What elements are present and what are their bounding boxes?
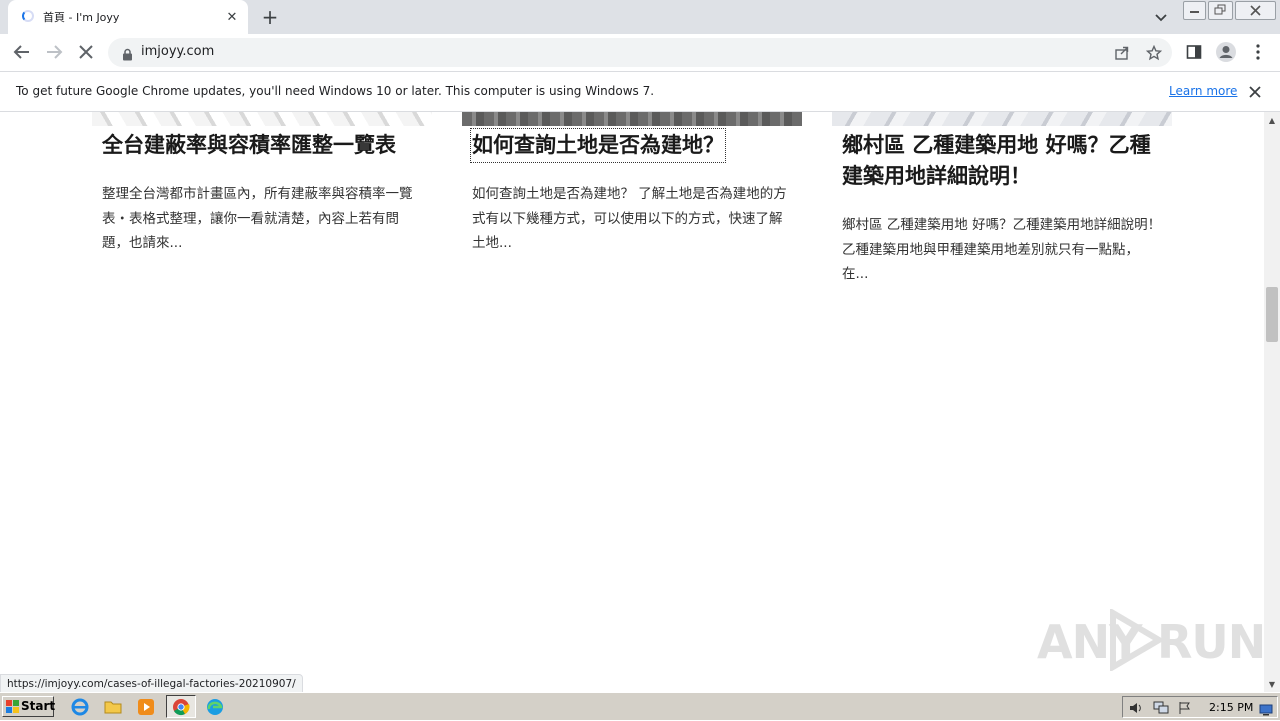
minimize-button[interactable] (1183, 1, 1206, 20)
bookmark-star-icon[interactable] (1144, 43, 1164, 63)
back-arrow-icon[interactable] (7, 37, 37, 67)
network-icon[interactable] (1153, 700, 1169, 719)
link-status-bubble: https://imjoyy.com/cases-of-illegal-fact… (0, 674, 303, 694)
scroll-up-arrow-icon[interactable]: ▲ (1264, 112, 1280, 128)
scrollbar-thumb[interactable] (1266, 287, 1278, 342)
loading-spinner-icon (22, 10, 34, 22)
share-icon[interactable] (1112, 43, 1132, 63)
url-text[interactable]: imjoyy.com (141, 44, 214, 59)
article-title[interactable]: 全台建蔽率與容積率匯整一覽表 (102, 130, 427, 161)
chrome-taskbar-button[interactable] (166, 695, 196, 718)
action-center-flag-icon[interactable] (1177, 700, 1193, 719)
stop-loading-icon[interactable] (71, 37, 101, 67)
infobar-message: To get future Google Chrome updates, you… (16, 84, 655, 98)
window-close-button[interactable] (1235, 1, 1276, 20)
windows-taskbar: Start 2:15 PM (0, 692, 1280, 720)
internet-explorer-icon[interactable] (70, 697, 90, 717)
chrome-icon (173, 699, 190, 716)
menu-dots-icon[interactable] (1245, 39, 1271, 65)
page-scrollbar[interactable]: ▲ ▼ (1264, 112, 1280, 692)
new-tab-button[interactable]: + (258, 5, 282, 29)
file-explorer-icon[interactable] (103, 697, 123, 717)
system-tray: 2:15 PM (1122, 696, 1278, 718)
tab-title: 首頁 - I'm Joyy (43, 11, 120, 24)
article-excerpt: 如何查詢土地是否為建地？ 了解土地是否為建地的方式有以下幾種方式，可以使用以下的… (472, 186, 787, 251)
article-excerpt: 整理全台灣都市計畫區內，所有建蔽率與容積率一覽表・表格式整理，讓你一看就清楚，內… (102, 186, 413, 251)
restore-button[interactable] (1208, 1, 1233, 20)
forward-arrow-icon[interactable] (39, 37, 69, 67)
browser-toolbar: imjoyy.com (0, 34, 1280, 71)
profile-avatar-icon[interactable] (1213, 39, 1239, 65)
tab-close-icon[interactable]: ✕ (222, 7, 242, 27)
anyrun-watermark: ANY RUN (1037, 607, 1266, 673)
start-button[interactable]: Start (2, 696, 56, 717)
show-desktop-icon[interactable] (1259, 701, 1273, 720)
article-title[interactable]: 鄉村區 乙種建築用地 好嗎？乙種建築用地詳細說明！ (842, 130, 1167, 192)
side-panel-icon[interactable] (1181, 39, 1207, 65)
update-infobar: To get future Google Chrome updates, you… (0, 71, 1280, 112)
address-bar[interactable]: imjoyy.com (108, 38, 1172, 67)
article-title[interactable]: 如何查詢土地是否為建地？ (470, 128, 726, 163)
learn-more-link[interactable]: Learn more (1169, 84, 1237, 98)
page-viewport: 全台建蔽率與容積率匯整一覽表 整理全台灣都市計畫區內，所有建蔽率與容積率一覽表・… (0, 112, 1264, 692)
tab-search-chevron-icon[interactable] (1150, 6, 1172, 28)
volume-icon[interactable] (1129, 700, 1145, 719)
tab-strip: 首頁 - I'm Joyy ✕ + (0, 0, 1280, 34)
active-tab[interactable]: 首頁 - I'm Joyy ✕ (8, 0, 248, 34)
article-thumbnail[interactable] (92, 112, 432, 126)
lock-icon[interactable] (122, 46, 133, 65)
edge-icon[interactable] (205, 697, 225, 717)
media-player-icon[interactable] (136, 697, 156, 717)
clock[interactable]: 2:15 PM (1209, 701, 1253, 714)
scroll-down-arrow-icon[interactable]: ▼ (1264, 676, 1280, 692)
infobar-close-icon[interactable] (1246, 83, 1264, 101)
article-thumbnail[interactable] (832, 112, 1172, 126)
windows-logo-icon (6, 700, 19, 713)
article-thumbnail[interactable] (462, 112, 802, 126)
watermark-text: RUN (1157, 615, 1266, 669)
start-label: Start (21, 699, 56, 713)
article-excerpt: 鄉村區 乙種建築用地 好嗎？乙種建築用地詳細說明！乙種建築用地與甲種建築用地差別… (842, 217, 1162, 282)
